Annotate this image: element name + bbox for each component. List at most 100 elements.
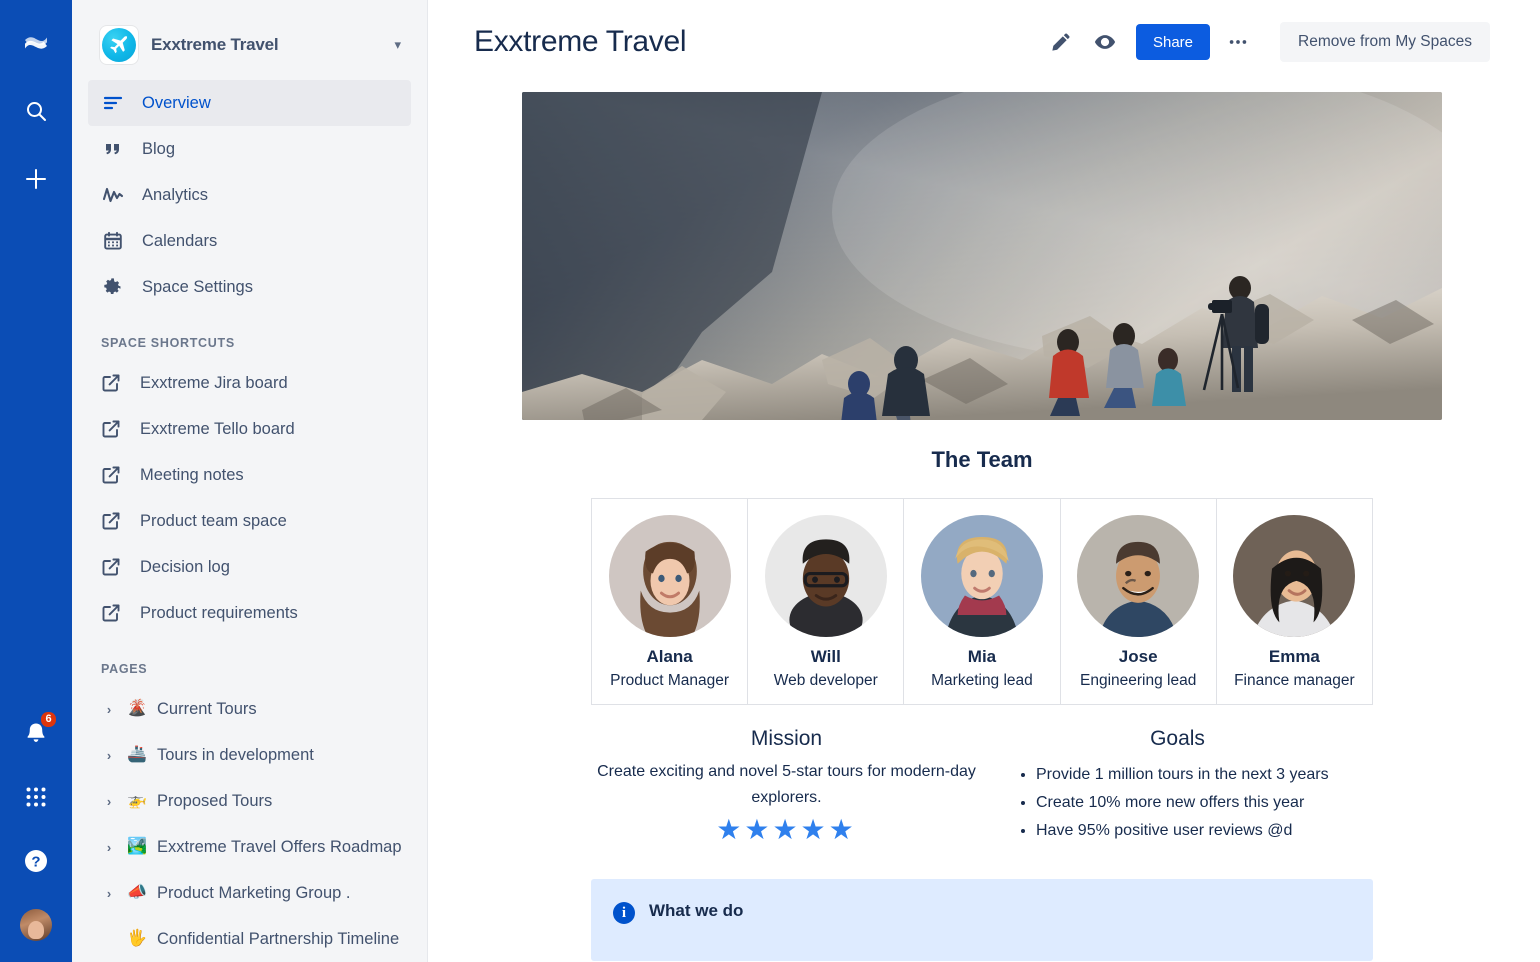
megaphone-emoji-icon: 📣 <box>127 884 147 901</box>
overview-icon <box>101 93 125 113</box>
page-item-label: Proposed Tours <box>157 791 273 810</box>
landscape-emoji-icon: 🏞️ <box>127 838 147 855</box>
chevron-right-icon[interactable]: › <box>101 794 117 809</box>
page-item-tours-in-development[interactable]: › 🚢 Tours in development <box>72 732 427 778</box>
list-item: Have 95% positive user reviews @d <box>1036 817 1373 845</box>
confluence-app: 6 ? Exxtreme Travel ▾ Overview Blog Anal… <box>0 0 1540 962</box>
travel-plane-logo-icon <box>100 26 138 64</box>
team-heading: The Team <box>931 447 1033 472</box>
page-item-current-tours[interactable]: › 🌋 Current Tours <box>72 686 427 732</box>
hero-image <box>522 92 1442 420</box>
shortcut-label: Decision log <box>140 557 230 576</box>
chevron-right-icon[interactable]: › <box>101 840 117 855</box>
shortcut-exxtreme-tello-board[interactable]: Exxtreme Tello board <box>72 406 427 452</box>
external-link-icon <box>101 465 123 485</box>
team-member-cell: Will Web developer <box>747 498 905 705</box>
sidebar-item-blog[interactable]: Blog <box>88 126 411 172</box>
page-item-proposed-tours[interactable]: › 🚁 Proposed Tours <box>72 778 427 824</box>
shortcut-label: Exxtreme Tello board <box>140 419 295 438</box>
shortcut-decision-log[interactable]: Decision log <box>72 544 427 590</box>
team-member-cell: Jose Engineering lead <box>1059 498 1217 705</box>
calendar-icon <box>101 231 125 251</box>
member-name: Jose <box>1118 647 1158 666</box>
edit-pencil-icon[interactable] <box>1044 25 1078 59</box>
avatar <box>1077 515 1200 637</box>
avatar <box>608 515 731 637</box>
shortcut-label: Meeting notes <box>140 465 244 484</box>
sidebar-item-label: Space Settings <box>142 277 253 296</box>
member-name: Mia <box>967 647 997 666</box>
sidebar-item-calendars[interactable]: Calendars <box>88 218 411 264</box>
page-item-label: Exxtreme Travel Offers Roadmap <box>157 837 402 856</box>
page-item-label: Product Marketing Group . <box>157 883 351 902</box>
search-icon[interactable] <box>15 90 57 132</box>
notifications-bell-icon[interactable]: 6 <box>15 710 58 754</box>
sidebar-item-analytics[interactable]: Analytics <box>88 172 411 218</box>
share-button[interactable]: Share <box>1135 24 1210 60</box>
space-name: Exxtreme Travel <box>151 35 279 54</box>
confluence-logo-icon[interactable] <box>15 22 57 64</box>
page-item-label: Current Tours <box>157 699 257 718</box>
space-sidebar: Exxtreme Travel ▾ Overview Blog Analytic… <box>72 0 428 962</box>
external-link-icon <box>101 373 123 393</box>
shortcut-product-team-space[interactable]: Product team space <box>72 498 427 544</box>
mission-goals-row: Mission Create exciting and novel 5-star… <box>591 727 1373 845</box>
analytics-icon <box>101 185 125 205</box>
help-icon[interactable]: ? <box>15 840 57 882</box>
team-member-cell: Mia Marketing lead <box>903 498 1061 705</box>
shortcut-label: Exxtreme Jira board <box>140 373 288 392</box>
list-item: Create 10% more new offers this year <box>1036 789 1373 817</box>
shortcut-label: Product requirements <box>140 603 298 622</box>
helicopter-emoji-icon: 🚁 <box>127 792 147 809</box>
chevron-right-icon[interactable]: › <box>101 748 117 763</box>
page-item-product-marketing-group[interactable]: › 📣 Product Marketing Group . <box>72 870 427 916</box>
external-link-icon <box>101 511 123 531</box>
sidebar-item-label: Blog <box>142 139 176 158</box>
rail-top-group <box>15 0 57 200</box>
sidebar-item-label: Analytics <box>142 185 209 204</box>
member-name: Will <box>810 647 841 666</box>
goals-heading: Goals <box>1150 727 1205 750</box>
profile-avatar[interactable] <box>15 904 57 946</box>
chevron-right-icon[interactable]: › <box>101 702 117 717</box>
shortcut-meeting-notes[interactable]: Meeting notes <box>72 452 427 498</box>
member-role: Finance manager <box>1234 672 1355 689</box>
chevron-down-icon[interactable]: ▾ <box>394 37 407 53</box>
sidebar-item-space-settings[interactable]: Space Settings <box>88 264 411 310</box>
space-nav-list: Overview Blog Analytics Calendars Space … <box>72 80 427 310</box>
more-actions-icon[interactable] <box>1220 24 1256 60</box>
member-role: Engineering lead <box>1079 672 1197 689</box>
space-shortcuts-list: Exxtreme Jira board Exxtreme Tello board… <box>72 360 427 636</box>
shortcut-label: Product team space <box>140 511 287 530</box>
star-rating: ★★★★★ <box>716 813 857 845</box>
info-icon: i <box>613 902 635 924</box>
page-body: The Team Alana Product Manager Will Web … <box>428 92 1540 961</box>
what-we-do-panel: i What we do <box>591 879 1373 961</box>
avatar <box>764 515 887 637</box>
app-switcher-icon[interactable] <box>15 776 57 818</box>
info-panel-content: What we do <box>649 901 743 931</box>
mission-column: Mission Create exciting and novel 5-star… <box>591 727 982 845</box>
chevron-right-icon[interactable]: › <box>101 886 117 901</box>
gear-icon <box>101 277 125 298</box>
create-plus-icon[interactable] <box>15 158 57 200</box>
page-item-confidential-partnership-timeline[interactable]: 🖐️ Confidential Partnership Timeline <box>72 916 427 962</box>
goals-column: Goals Provide 1 million tours in the nex… <box>982 727 1373 845</box>
rail-bottom-group: 6 ? <box>0 710 72 946</box>
space-header[interactable]: Exxtreme Travel ▾ <box>72 0 427 80</box>
shortcut-product-requirements[interactable]: Product requirements <box>72 590 427 636</box>
list-item: Provide 1 million tours in the next 3 ye… <box>1036 761 1373 789</box>
hand-emoji-icon: 🖐️ <box>127 930 147 947</box>
page-item-offers-roadmap[interactable]: › 🏞️ Exxtreme Travel Offers Roadmap <box>72 824 427 870</box>
remove-from-my-spaces-button[interactable]: Remove from My Spaces <box>1280 22 1490 62</box>
sidebar-item-label: Calendars <box>142 231 218 250</box>
pages-list: › 🌋 Current Tours › 🚢 Tours in developme… <box>72 686 427 962</box>
space-shortcuts-heading: SPACE SHORTCUTS <box>101 336 235 350</box>
member-name: Alana <box>646 647 693 666</box>
shortcut-exxtreme-jira-board[interactable]: Exxtreme Jira board <box>72 360 427 406</box>
sidebar-item-overview[interactable]: Overview <box>88 80 411 126</box>
watch-eye-icon[interactable] <box>1088 25 1122 59</box>
page-item-label: Confidential Partnership Timeline <box>157 929 400 948</box>
member-role: Web developer <box>773 672 878 689</box>
ship-emoji-icon: 🚢 <box>127 746 147 763</box>
